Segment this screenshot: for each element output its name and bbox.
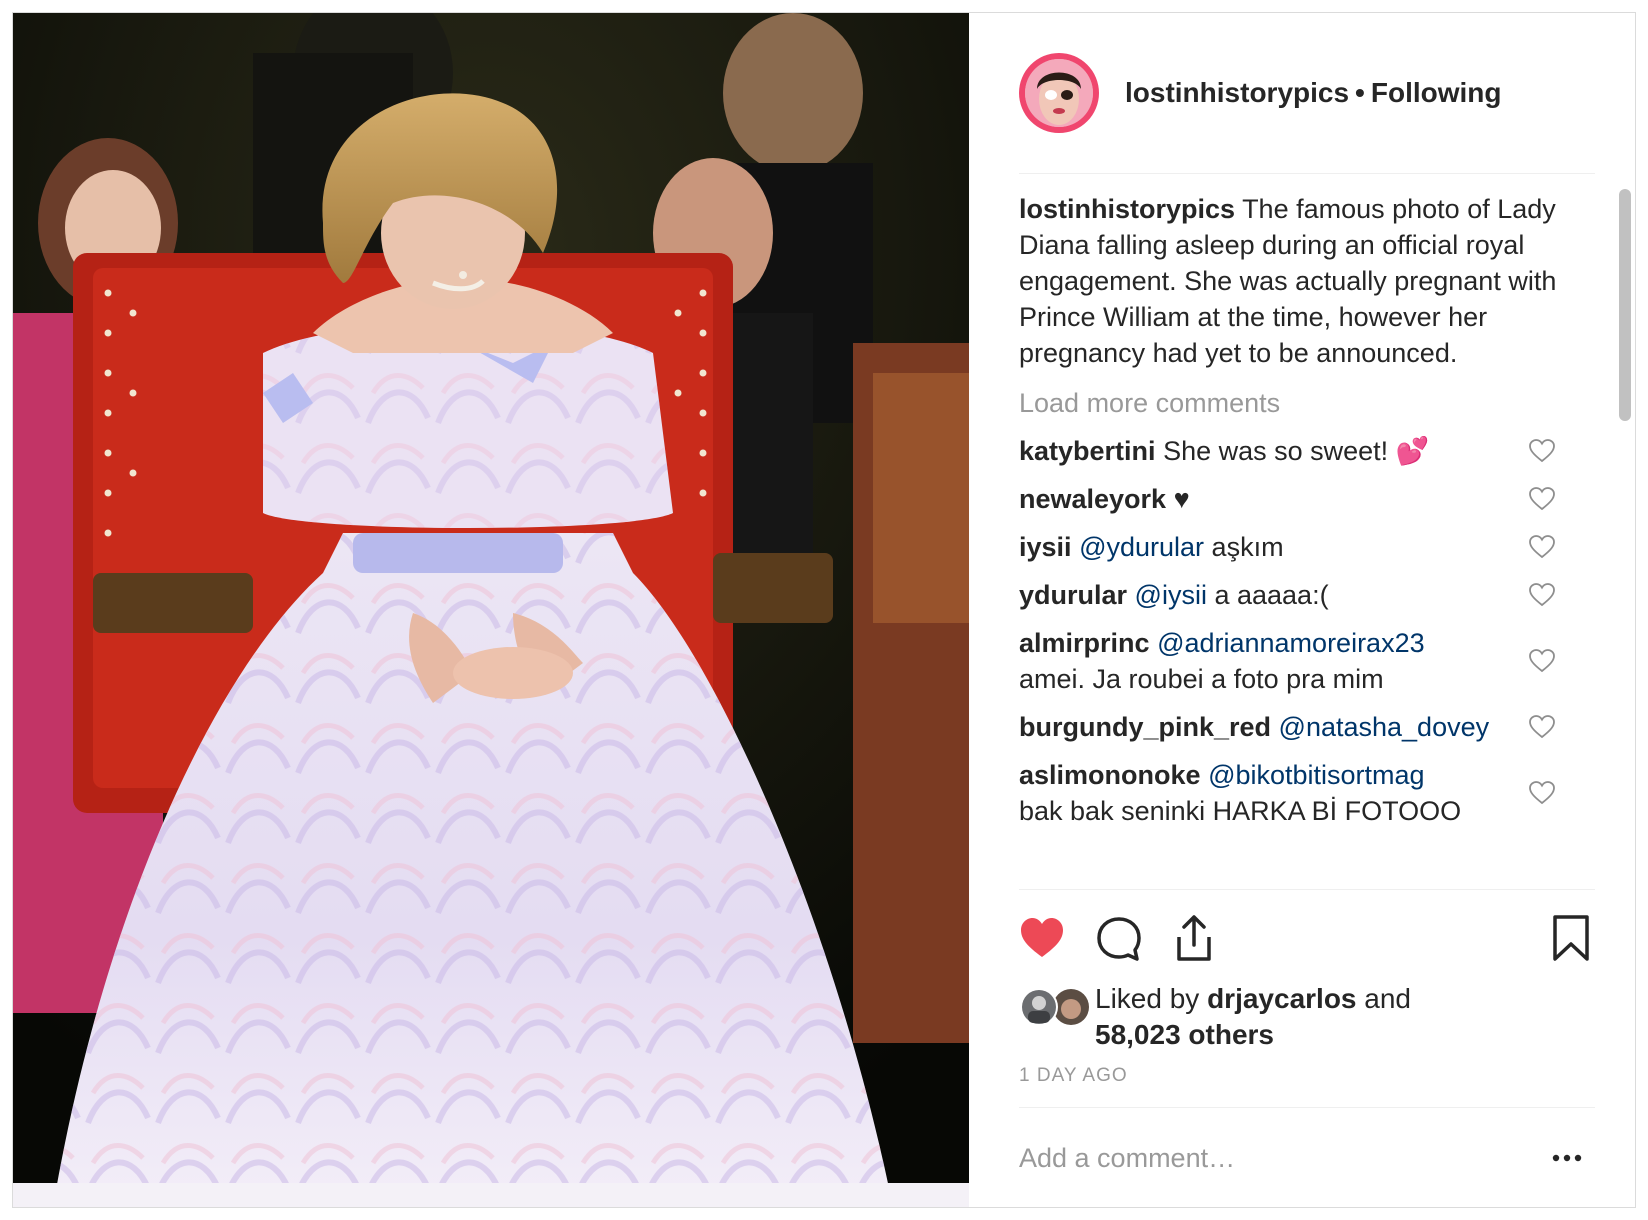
- heart-outline-icon[interactable]: [1529, 583, 1555, 607]
- comment-text: amei. Ja roubei a foto pra mim: [1019, 664, 1384, 694]
- comment-text: a aaaaa:(: [1214, 580, 1329, 610]
- post-timestamp[interactable]: 1 DAY AGO: [1019, 1065, 1128, 1087]
- author-avatar-image: [1025, 59, 1093, 127]
- ellipsis-icon[interactable]: [1551, 1151, 1583, 1165]
- post-photo-illustration: [13, 13, 969, 1207]
- comment-username[interactable]: aslimononoke: [1019, 760, 1201, 790]
- actions-divider: [1019, 889, 1595, 890]
- likes-text: Liked by drjaycarlos and 58,023 others: [1095, 981, 1575, 1053]
- comment-mention[interactable]: @ydurular: [1079, 532, 1204, 562]
- comment-mention[interactable]: @natasha_dovey: [1279, 712, 1490, 742]
- follow-status-button[interactable]: Following: [1371, 77, 1502, 108]
- header-separator: •: [1355, 77, 1365, 108]
- comment-item: burgundy_pink_red @natasha_dovey: [1019, 709, 1579, 745]
- likes-first-user[interactable]: drjaycarlos: [1207, 983, 1356, 1014]
- liker-avatars: [1020, 988, 1089, 1026]
- bookmark-icon[interactable]: [1551, 913, 1591, 965]
- post-header: lostinhistorypics • Following: [1019, 49, 1595, 137]
- comment-item: newaleyork ♥: [1019, 481, 1579, 517]
- comments-list[interactable]: lostinhistorypics The famous photo of La…: [1019, 191, 1579, 881]
- author-avatar[interactable]: [1019, 53, 1099, 133]
- post-actions: [1019, 913, 1595, 969]
- comment-mention[interactable]: @iysii: [1135, 580, 1207, 610]
- header-text: lostinhistorypics • Following: [1125, 77, 1502, 109]
- add-comment-box: [1019, 1133, 1595, 1183]
- comment-item: katybertini She was so sweet! 💕: [1019, 433, 1579, 469]
- comment-text: She was so sweet! 💕: [1163, 436, 1430, 466]
- heart-outline-icon[interactable]: [1529, 781, 1555, 805]
- caption-username[interactable]: lostinhistorypics: [1019, 194, 1235, 224]
- comment-username[interactable]: katybertini: [1019, 436, 1156, 466]
- avatar-face-icon: [1025, 59, 1093, 127]
- comment-username[interactable]: ydurular: [1019, 580, 1127, 610]
- heart-outline-icon[interactable]: [1529, 439, 1555, 463]
- comments-scrollbar[interactable]: [1619, 183, 1631, 865]
- comment-text: aşkım: [1211, 532, 1284, 562]
- likes-prefix: Liked by: [1095, 983, 1200, 1014]
- scrollbar-thumb[interactable]: [1619, 189, 1631, 421]
- likes-others-count[interactable]: 58,023 others: [1095, 1019, 1274, 1050]
- heart-outline-icon[interactable]: [1529, 487, 1555, 511]
- likes-middle: and: [1364, 983, 1411, 1014]
- header-divider: [1019, 173, 1595, 174]
- comment-mention[interactable]: @adriannamoreirax23: [1157, 628, 1425, 658]
- comment-text: ♥: [1173, 484, 1190, 514]
- heart-filled-icon[interactable]: [1019, 913, 1065, 965]
- comment-item: almirprinc @adriannamoreirax23 amei. Ja …: [1019, 625, 1579, 697]
- comment-item: aslimononoke @bikotbitisortmag bak bak s…: [1019, 757, 1579, 829]
- comment-username[interactable]: iysii: [1019, 532, 1072, 562]
- comment-mention[interactable]: @bikotbitisortmag: [1208, 760, 1425, 790]
- heart-outline-icon[interactable]: [1529, 649, 1555, 673]
- post-photo[interactable]: [13, 13, 969, 1207]
- post-side-panel: lostinhistorypics • Following lostinhistor…: [969, 13, 1635, 1207]
- comment-username[interactable]: newaleyork: [1019, 484, 1166, 514]
- post-dialog: lostinhistorypics • Following lostinhistor…: [12, 12, 1636, 1208]
- comment-text: bak bak seninki HARKA Bİ FOTOOO: [1019, 796, 1462, 826]
- add-comment-input[interactable]: [1019, 1133, 1499, 1183]
- load-more-comments-button[interactable]: Load more comments: [1019, 385, 1579, 421]
- comment-item: ydurular @iysii a aaaaa:(: [1019, 577, 1579, 613]
- comment-item: iysii @ydurular aşkım: [1019, 529, 1579, 565]
- comment-bubble-icon[interactable]: [1095, 913, 1143, 965]
- heart-outline-icon[interactable]: [1529, 535, 1555, 559]
- comment-username[interactable]: almirprinc: [1019, 628, 1150, 658]
- comment-box-divider: [1019, 1107, 1595, 1108]
- author-username[interactable]: lostinhistorypics: [1125, 77, 1349, 108]
- comment-username[interactable]: burgundy_pink_red: [1019, 712, 1271, 742]
- share-upload-icon[interactable]: [1171, 913, 1217, 965]
- post-caption: lostinhistorypics The famous photo of La…: [1019, 191, 1579, 371]
- likes-summary: Liked by drjaycarlos and 58,023 others: [1019, 981, 1595, 1057]
- heart-outline-icon[interactable]: [1529, 715, 1555, 739]
